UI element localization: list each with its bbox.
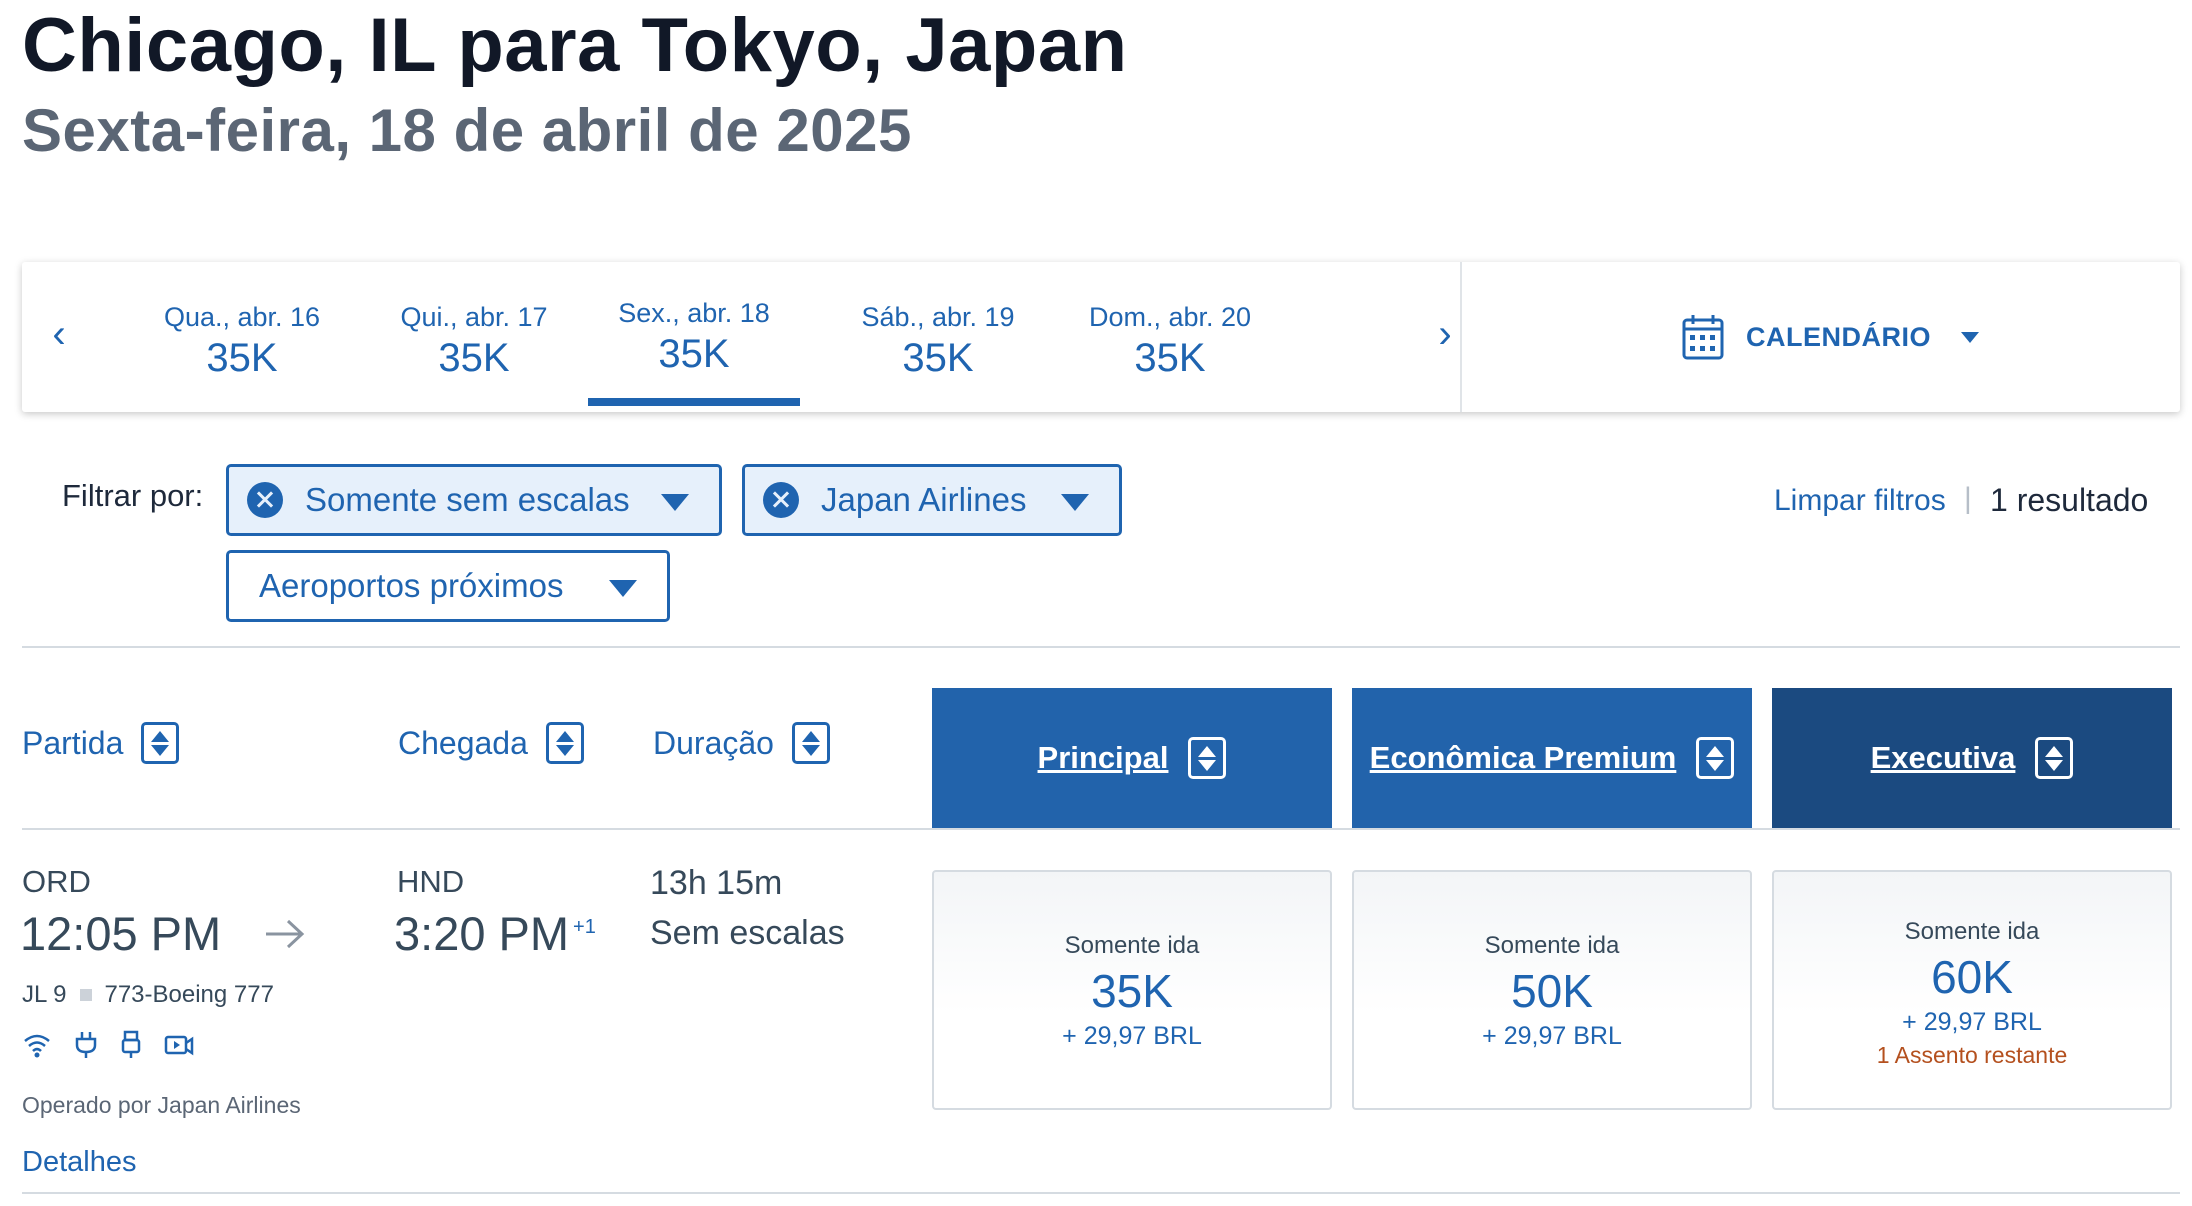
page-title: Chicago, IL para Tokyo, Japan bbox=[22, 3, 1128, 88]
flight-number: JL 9 bbox=[22, 981, 67, 1008]
sort-icon bbox=[1188, 737, 1227, 779]
date-price: 35K bbox=[1134, 336, 1206, 380]
filter-chip-nonstop[interactable]: Somente sem escalas bbox=[226, 464, 722, 536]
wifi-icon bbox=[24, 1034, 50, 1058]
sort-icon bbox=[1696, 737, 1735, 779]
chevron-down-icon bbox=[661, 494, 689, 511]
power-outlet-icon bbox=[75, 1032, 97, 1058]
aircraft-type: 773-Boeing 777 bbox=[104, 981, 274, 1008]
filter-chip-label: Japan Airlines bbox=[821, 481, 1027, 518]
date-price: 35K bbox=[438, 336, 510, 380]
date-label: Qua., abr. 16 bbox=[163, 302, 321, 332]
date-label: Sex., abr. 18 bbox=[618, 298, 770, 328]
date-selector: ‹ Qua., abr. 16 35K Qui., abr. 17 35K Se… bbox=[22, 262, 2180, 412]
filter-chip-label: Somente sem escalas bbox=[305, 481, 630, 518]
cabin-label: Executiva bbox=[1870, 740, 2016, 775]
day-offset: +1 bbox=[573, 916, 596, 939]
chevron-down-icon bbox=[1061, 494, 1089, 511]
filter-label: Filtrar por: bbox=[62, 478, 204, 513]
destination-airport: HND bbox=[397, 864, 465, 899]
sort-icon bbox=[141, 722, 180, 764]
usb-icon bbox=[121, 1030, 141, 1058]
seats-remaining: 1 Assento restante bbox=[1876, 1042, 2068, 1068]
separator bbox=[80, 989, 93, 1001]
details-link[interactable]: Detalhes bbox=[22, 1146, 136, 1179]
date-price: 35K bbox=[902, 336, 974, 380]
flight-info: JL 9 773-Boeing 777 bbox=[22, 981, 274, 1009]
chevron-down-icon bbox=[1961, 331, 1979, 343]
date-price: 35K bbox=[206, 336, 278, 380]
calendar-icon bbox=[1682, 315, 1724, 360]
date-option-qui-17[interactable]: Qui., abr. 17 35K bbox=[368, 262, 580, 402]
sort-arrival[interactable]: Chegada bbox=[398, 722, 584, 764]
fare-miles: 60K bbox=[1931, 951, 2013, 1003]
flight-duration: 13h 15m bbox=[650, 864, 783, 902]
sort-departure[interactable]: Partida bbox=[22, 722, 180, 764]
divider bbox=[1460, 262, 1462, 412]
clear-filters-link[interactable]: Limpar filtros bbox=[1774, 484, 1946, 518]
result-count: 1 resultado bbox=[1990, 482, 2149, 518]
divider bbox=[22, 646, 2180, 648]
fare-miles: 50K bbox=[1511, 965, 1593, 1017]
origin-airport: ORD bbox=[22, 864, 91, 899]
separator: | bbox=[1964, 482, 1972, 515]
travel-date: Sexta-feira, 18 de abril de 2025 bbox=[22, 97, 912, 164]
filter-chip-airline[interactable]: Japan Airlines bbox=[742, 464, 1122, 536]
date-option-dom-20[interactable]: Dom., abr. 20 35K bbox=[1064, 262, 1276, 402]
cabin-header-principal[interactable]: Principal bbox=[932, 688, 1332, 828]
fare-miles: 35K bbox=[1091, 965, 1173, 1017]
column-label: Duração bbox=[653, 724, 774, 761]
date-label: Sáb., abr. 19 bbox=[861, 302, 1015, 332]
chevron-left-icon[interactable]: ‹ bbox=[34, 294, 84, 374]
operated-by: Operado por Japan Airlines bbox=[22, 1092, 301, 1118]
date-label: Dom., abr. 20 bbox=[1088, 302, 1252, 332]
remove-filter-icon[interactable] bbox=[763, 482, 799, 518]
fare-type: Somente ida bbox=[1904, 918, 2040, 945]
sort-duration[interactable]: Duração bbox=[653, 722, 830, 764]
filter-dropdown-nearby-airports[interactable]: Aeroportos próximos bbox=[226, 550, 670, 622]
divider bbox=[22, 828, 2180, 830]
date-option-sab-19[interactable]: Sáb., abr. 19 35K bbox=[832, 262, 1044, 402]
column-label: Chegada bbox=[398, 724, 528, 761]
cabin-label: Principal bbox=[1037, 740, 1169, 775]
fare-card-premium-economy[interactable]: Somente ida 50K + 29,97 BRL bbox=[1352, 870, 1752, 1110]
date-option-qua-16[interactable]: Qua., abr. 16 35K bbox=[136, 262, 348, 402]
amenities bbox=[22, 1030, 194, 1060]
cabin-label: Econômica Premium bbox=[1369, 740, 1677, 775]
divider bbox=[22, 1192, 2180, 1194]
chevron-right-icon[interactable]: › bbox=[1420, 294, 1470, 374]
cabin-header-premium-economy[interactable]: Econômica Premium bbox=[1352, 688, 1752, 828]
entertainment-icon bbox=[164, 1035, 194, 1056]
fare-taxes: + 29,97 BRL bbox=[1062, 1022, 1202, 1050]
fare-type: Somente ida bbox=[1484, 932, 1620, 959]
fare-card-principal[interactable]: Somente ida 35K + 29,97 BRL bbox=[932, 870, 1332, 1110]
column-label: Partida bbox=[22, 724, 124, 761]
fare-type: Somente ida bbox=[1064, 932, 1200, 959]
calendar-label: CALENDÁRIO bbox=[1746, 321, 1931, 352]
arrival-time-wrap: 3:20 PM +1 bbox=[394, 906, 596, 961]
sort-icon bbox=[545, 722, 584, 764]
cabin-header-business[interactable]: Executiva bbox=[1772, 688, 2172, 828]
filter-chip-label: Aeroportos próximos bbox=[259, 567, 564, 604]
sort-icon bbox=[791, 722, 830, 764]
fare-card-business[interactable]: Somente ida 60K + 29,97 BRL 1 Assento re… bbox=[1772, 870, 2172, 1110]
date-price: 35K bbox=[658, 332, 730, 376]
date-label: Qui., abr. 17 bbox=[400, 302, 548, 332]
chevron-down-icon bbox=[609, 580, 637, 597]
selected-date-indicator bbox=[588, 398, 800, 406]
arrow-right-icon bbox=[266, 919, 305, 949]
fare-taxes: + 29,97 BRL bbox=[1902, 1008, 2042, 1036]
date-option-sex-18[interactable]: Sex., abr. 18 35K bbox=[588, 262, 800, 406]
remove-filter-icon[interactable] bbox=[247, 482, 283, 518]
arrival-time: 3:20 PM bbox=[394, 907, 570, 960]
departure-time: 12:05 PM bbox=[20, 907, 222, 960]
calendar-button[interactable]: CALENDÁRIO bbox=[1682, 312, 1979, 362]
fare-taxes: + 29,97 BRL bbox=[1482, 1022, 1622, 1050]
stops-info: Sem escalas bbox=[650, 914, 845, 952]
sort-icon bbox=[2035, 737, 2074, 779]
